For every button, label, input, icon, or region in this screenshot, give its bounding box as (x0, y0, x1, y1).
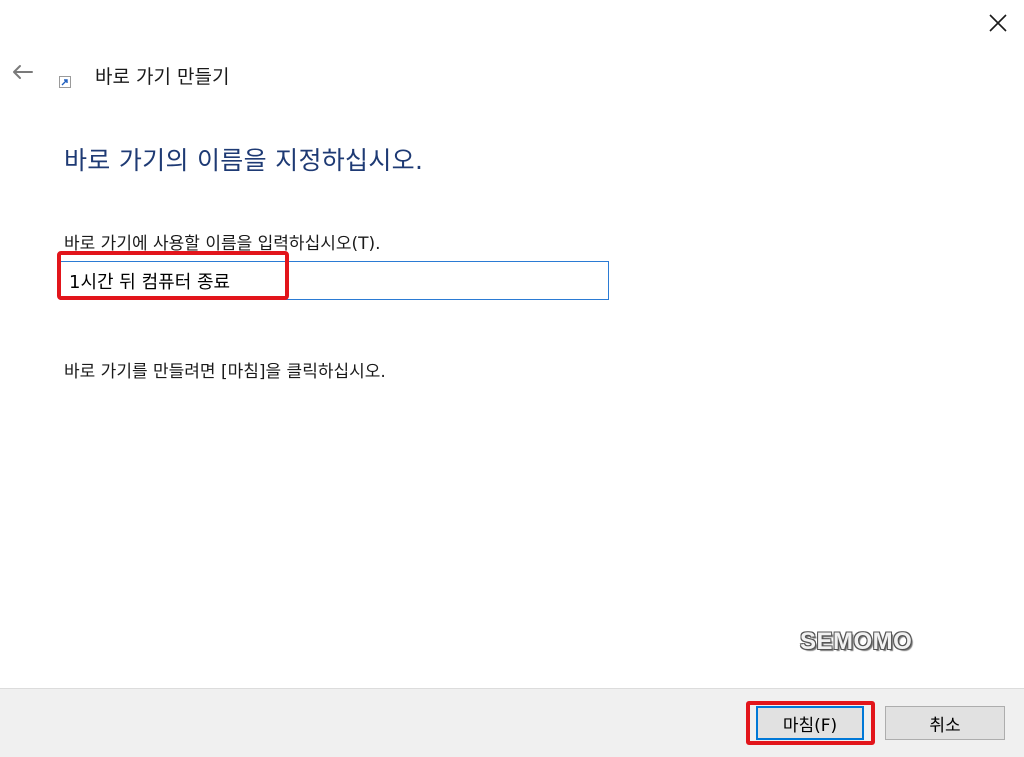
dialog-footer (0, 688, 1024, 757)
finish-hint-text: 바로 가기를 만들려면 [마침]을 클릭하십시오. (64, 362, 386, 382)
finish-button[interactable]: 마침(F) (756, 706, 864, 740)
close-button[interactable] (980, 6, 1016, 40)
window-title: 바로 가기 만들기 (95, 66, 230, 88)
page-heading: 바로 가기의 이름을 지정하십시오. (64, 146, 424, 175)
shortcut-name-input[interactable] (60, 261, 609, 300)
back-arrow-icon (13, 65, 33, 79)
watermark-logo: SEMOMO (800, 628, 913, 655)
back-button[interactable] (6, 58, 38, 86)
close-icon (989, 14, 1007, 32)
name-field-label: 바로 가기에 사용할 이름을 입력하십시오(T). (64, 234, 381, 254)
cancel-button[interactable]: 취소 (885, 706, 1005, 740)
shortcut-icon (59, 73, 71, 88)
